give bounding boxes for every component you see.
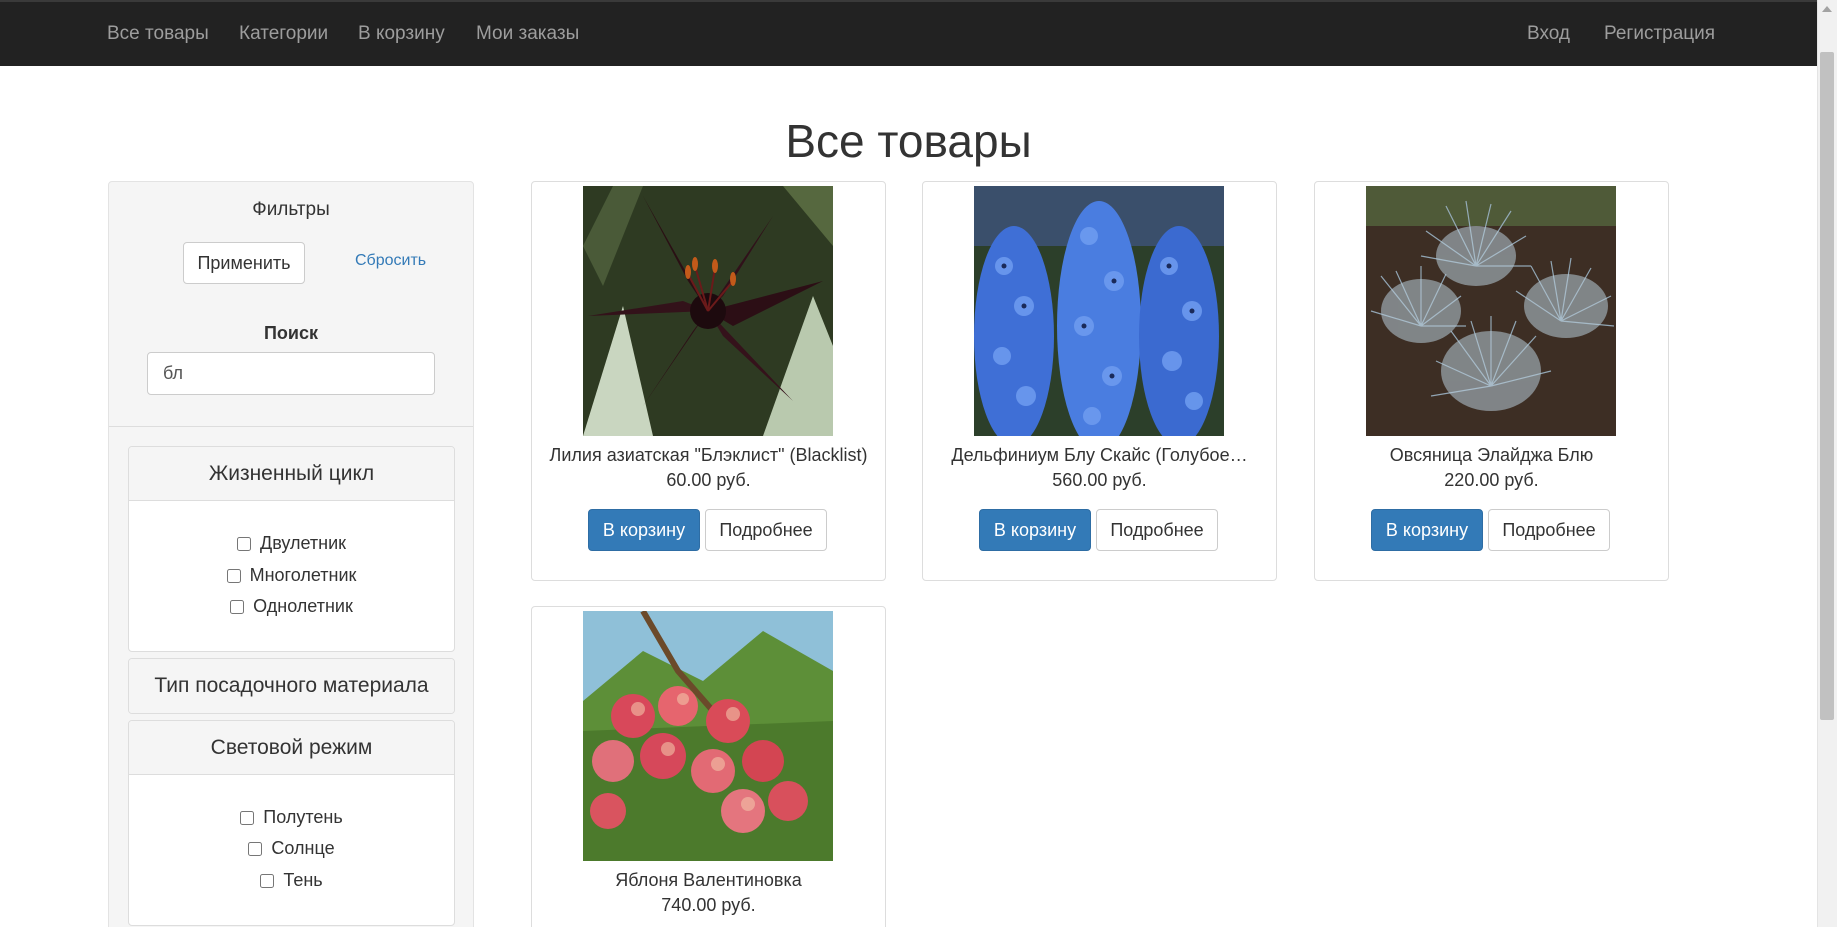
checkbox[interactable]: [230, 599, 245, 614]
nav-all-products[interactable]: Все товары: [107, 23, 209, 45]
option-label: Однолетник: [253, 596, 353, 616]
checkbox[interactable]: [237, 536, 251, 551]
product-image[interactable]: [1366, 186, 1616, 436]
filter-panel-heading[interactable]: Тип посадочного материала: [129, 659, 454, 713]
nav-login[interactable]: Вход: [1527, 23, 1570, 45]
scrollbar-thumb[interactable]: [1820, 52, 1834, 720]
product-card: Овсяница Элайджа Блю 220.00 руб. В корзи…: [1314, 181, 1669, 581]
filter-option[interactable]: Двулетник: [129, 533, 454, 554]
details-button[interactable]: Подробнее: [1096, 509, 1218, 551]
filter-option[interactable]: Солнце: [129, 838, 454, 859]
product-image[interactable]: [974, 186, 1224, 436]
product-image[interactable]: [583, 186, 833, 436]
product-price: 740.00 руб.: [661, 895, 756, 915]
add-to-cart-button[interactable]: В корзину: [979, 509, 1091, 551]
product-name[interactable]: Овсяница Элайджа Блю: [1323, 445, 1660, 466]
filters-title: Фильтры: [252, 199, 330, 220]
product-name[interactable]: Лилия азиатская "Блэклист" (Blacklist): [540, 445, 877, 466]
product-name[interactable]: Яблоня Валентиновка: [540, 870, 877, 891]
filter-panel-heading[interactable]: Световой режим: [129, 721, 454, 775]
checkbox[interactable]: [260, 873, 275, 888]
checkbox[interactable]: [226, 568, 241, 583]
nav-categories[interactable]: Категории: [239, 23, 328, 45]
details-button[interactable]: Подробнее: [705, 509, 827, 551]
apply-filters-button[interactable]: Применить: [183, 242, 305, 284]
page-title: Все товары: [785, 115, 1032, 167]
option-label: Полутень: [263, 807, 343, 827]
top-navbar: Все товары Категории В корзину Мои заказ…: [0, 0, 1817, 66]
filter-option[interactable]: Полутень: [129, 807, 454, 828]
product-name[interactable]: Дельфиниум Блу Скайс (Голубое…: [931, 445, 1268, 466]
search-input[interactable]: [147, 352, 435, 395]
option-label: Многолетник: [249, 565, 357, 585]
nav-cart[interactable]: В корзину: [358, 23, 445, 45]
add-to-cart-button[interactable]: В корзину: [588, 509, 700, 551]
checkbox[interactable]: [240, 810, 255, 825]
filter-option[interactable]: Многолетник: [129, 565, 454, 586]
product-price: 560.00 руб.: [1052, 470, 1147, 490]
nav-register[interactable]: Регистрация: [1604, 23, 1715, 45]
page-scrollbar[interactable]: [1817, 0, 1837, 927]
option-label: Двулетник: [260, 533, 346, 553]
product-image[interactable]: [583, 611, 833, 861]
filter-panel-planting-material: Тип посадочного материала: [128, 658, 455, 714]
product-price: 60.00 руб.: [666, 470, 751, 490]
checkbox[interactable]: [248, 841, 263, 856]
product-price: 220.00 руб.: [1444, 470, 1539, 490]
filter-panel-life-cycle: Жизненный цикл Двулетник Многолетник Одн…: [128, 446, 455, 652]
details-button[interactable]: Подробнее: [1488, 509, 1610, 551]
filter-option[interactable]: Тень: [129, 870, 454, 891]
product-card: Яблоня Валентиновка 740.00 руб.: [531, 606, 886, 927]
search-label: Поиск: [263, 323, 319, 343]
scroll-up-arrow-icon[interactable]: [1822, 6, 1832, 12]
filter-option[interactable]: Однолетник: [129, 596, 454, 617]
filter-panel-heading[interactable]: Жизненный цикл: [129, 447, 454, 501]
filters-header: Фильтры Применить Сбросить Поиск: [109, 182, 473, 427]
add-to-cart-button[interactable]: В корзину: [1371, 509, 1483, 551]
product-card: Лилия азиатская "Блэклист" (Blacklist) 6…: [531, 181, 886, 581]
reset-filters-link[interactable]: Сбросить: [355, 252, 426, 270]
nav-my-orders[interactable]: Мои заказы: [476, 23, 579, 45]
filters-sidebar: Фильтры Применить Сбросить Поиск Жизненн…: [108, 181, 474, 927]
option-label: Солнце: [271, 838, 335, 858]
option-label: Тень: [283, 870, 323, 890]
filter-panel-light-mode: Световой режим Полутень Солнце Тень: [128, 720, 455, 926]
product-card: Дельфиниум Блу Скайс (Голубое… 560.00 ру…: [922, 181, 1277, 581]
